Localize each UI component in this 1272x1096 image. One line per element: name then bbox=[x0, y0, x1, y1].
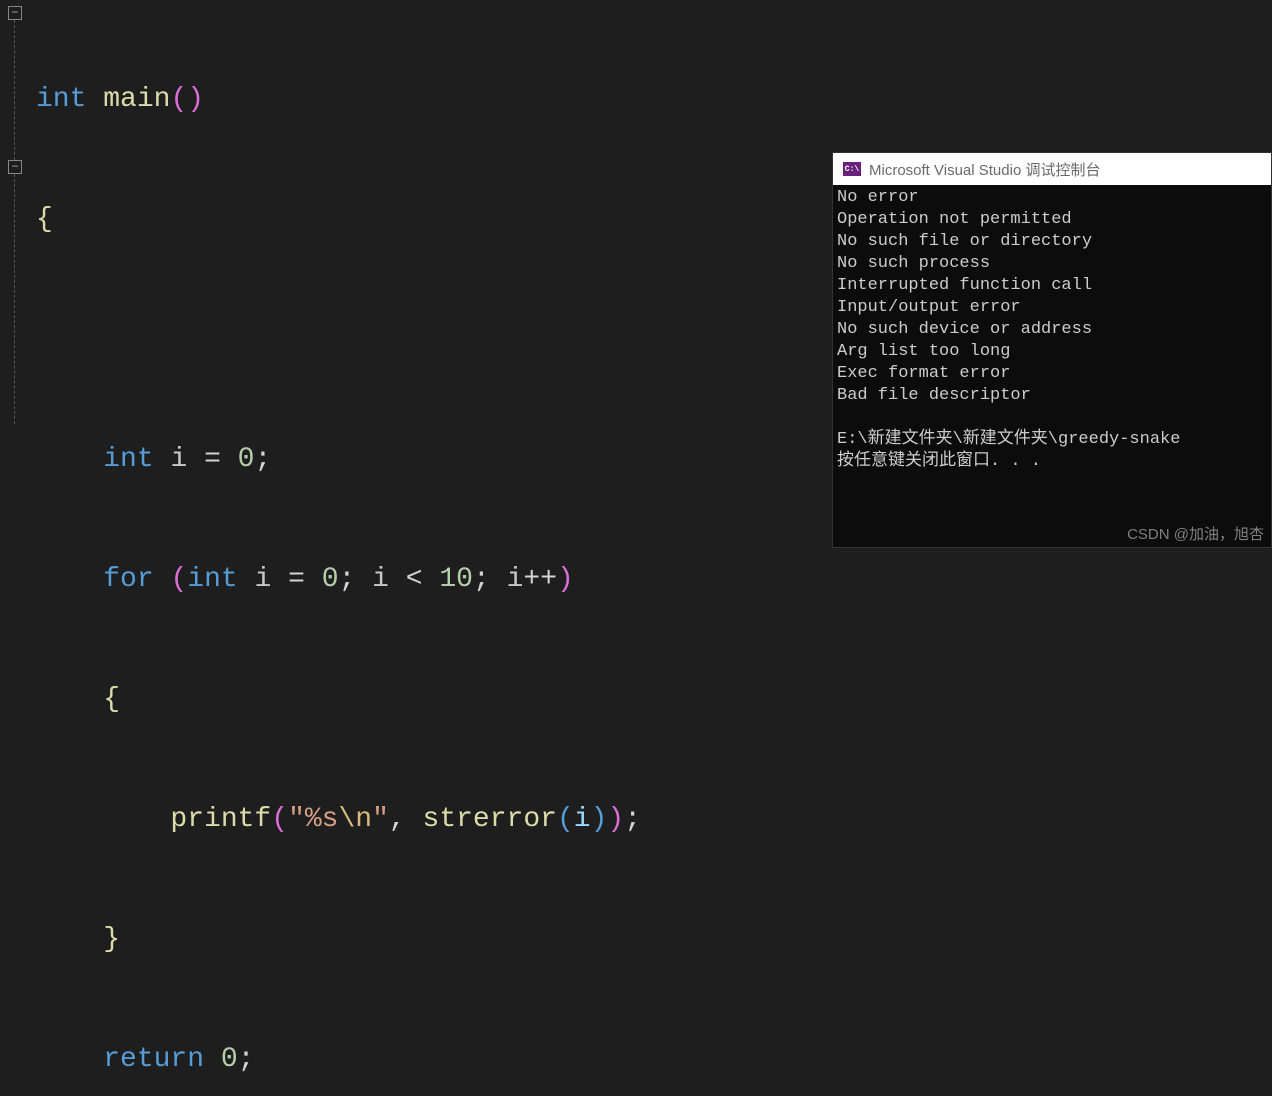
code-line: printf("%s\n", strerror(i)); bbox=[36, 800, 641, 840]
watermark: CSDN @加油，旭杏 bbox=[1127, 523, 1264, 544]
fold-icon[interactable]: − bbox=[8, 160, 22, 174]
output-line: No such file or directory bbox=[837, 232, 1092, 251]
output-line: 按任意键关闭此窗口. . . bbox=[837, 452, 1041, 471]
output-line: Exec format error bbox=[837, 364, 1010, 383]
output-line: Operation not permitted bbox=[837, 210, 1072, 229]
output-line: E:\新建文件夹\新建文件夹\greedy-snake bbox=[837, 430, 1180, 449]
output-line: Interrupted function call bbox=[837, 276, 1092, 295]
debug-console[interactable]: C:\ Microsoft Visual Studio 调试控制台 No err… bbox=[832, 152, 1272, 548]
output-line: No error bbox=[837, 188, 919, 207]
code-line: int i = 0; bbox=[36, 440, 641, 480]
code-line: return 0; bbox=[36, 1040, 641, 1080]
code-line: int main() bbox=[36, 80, 641, 120]
output-line: No such process bbox=[837, 254, 990, 273]
vs-icon: C:\ bbox=[843, 162, 861, 176]
fold-icon[interactable]: − bbox=[8, 6, 22, 20]
gutter: − − bbox=[0, 0, 32, 548]
code-editor[interactable]: − − int main() { int i = 0; for (int i =… bbox=[0, 0, 832, 548]
output-line: No such device or address bbox=[837, 320, 1092, 339]
console-output[interactable]: No error Operation not permitted No such… bbox=[833, 185, 1271, 475]
code-line: { bbox=[36, 200, 641, 240]
output-line: Arg list too long bbox=[837, 342, 1010, 361]
output-line: Input/output error bbox=[837, 298, 1021, 317]
code-line: for (int i = 0; i < 10; i++) bbox=[36, 560, 641, 600]
output-line: Bad file descriptor bbox=[837, 386, 1031, 405]
console-titlebar[interactable]: C:\ Microsoft Visual Studio 调试控制台 bbox=[833, 153, 1271, 185]
code-line bbox=[36, 320, 641, 360]
code-line: { bbox=[36, 680, 641, 720]
code-line: } bbox=[36, 920, 641, 960]
console-title-text: Microsoft Visual Studio 调试控制台 bbox=[869, 159, 1100, 180]
code-area[interactable]: int main() { int i = 0; for (int i = 0; … bbox=[36, 0, 641, 1096]
